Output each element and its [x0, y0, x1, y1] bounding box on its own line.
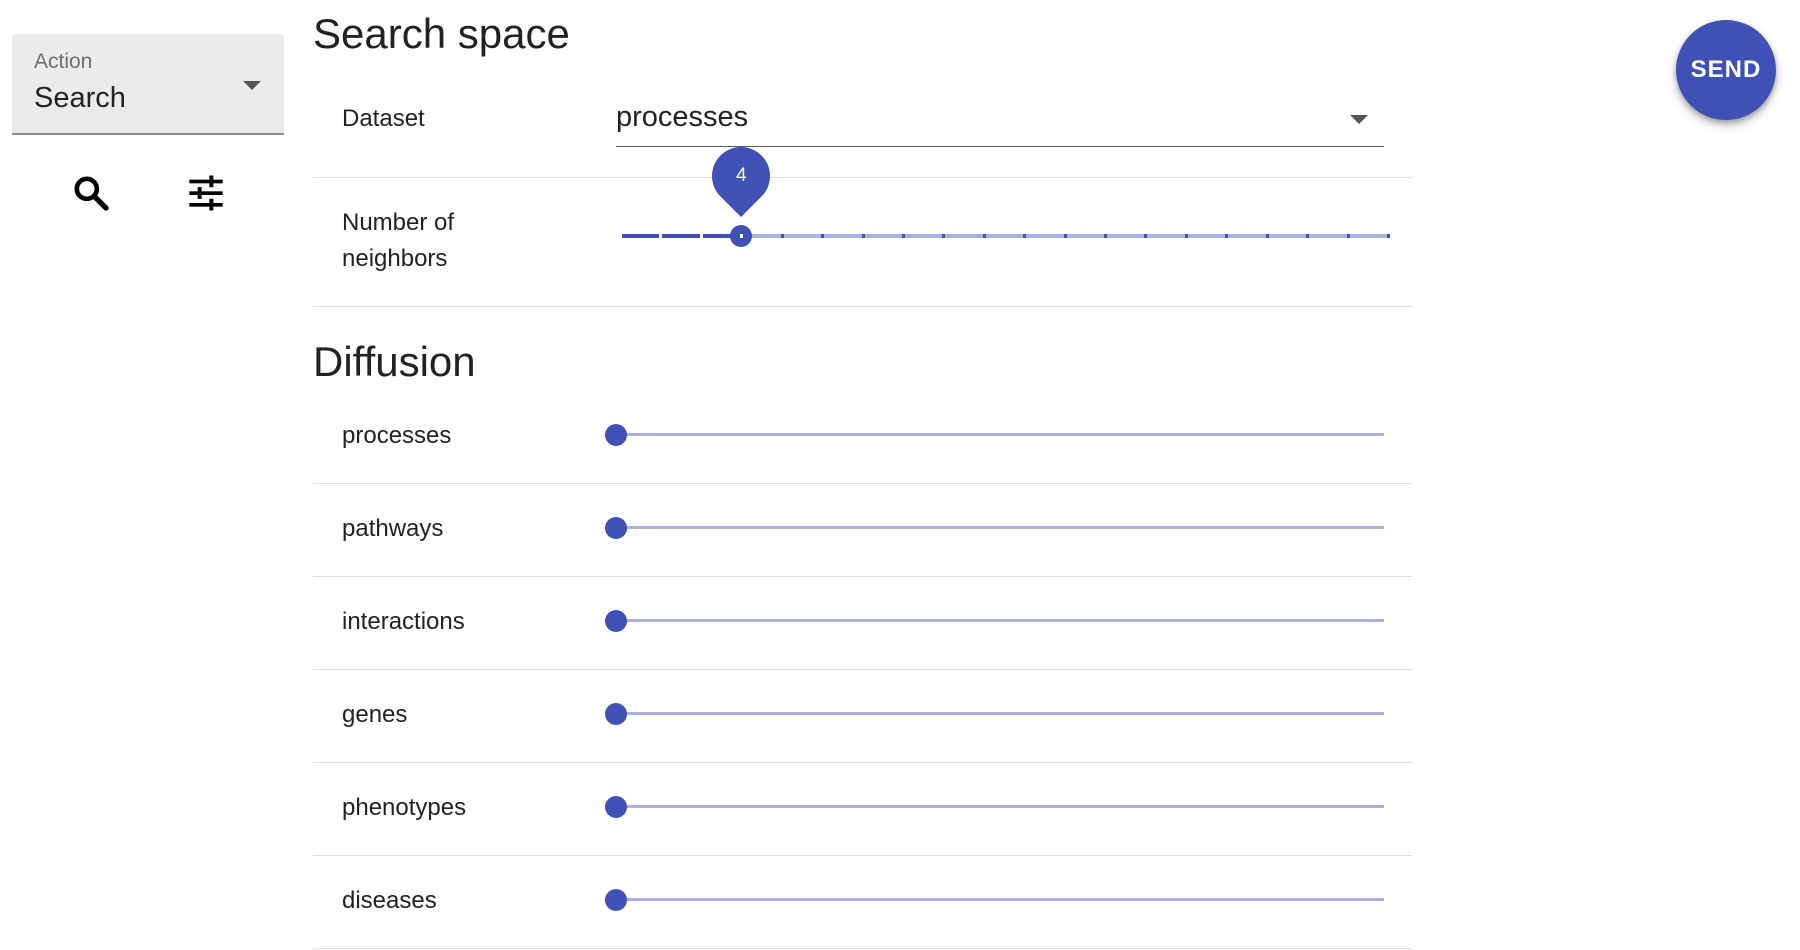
- search-space-title: Search space: [313, 10, 570, 57]
- diffusion-slider-processes[interactable]: [605, 420, 1384, 450]
- diffusion-slider-thumb[interactable]: [605, 424, 627, 446]
- diffusion-slider-thumb[interactable]: [605, 703, 627, 725]
- neighbors-label-line1: Number of: [342, 209, 455, 236]
- action-select[interactable]: Action Search: [12, 34, 284, 135]
- diffusion-label-processes: processes: [342, 422, 452, 449]
- diffusion-slider-thumb[interactable]: [605, 889, 627, 911]
- diffusion-slider-phenotypes[interactable]: [605, 792, 1384, 822]
- divider: [313, 306, 1413, 307]
- diffusion-slider-diseases[interactable]: [605, 885, 1384, 915]
- divider: [313, 576, 1413, 577]
- dataset-select-value: processes: [616, 101, 749, 133]
- divider: [313, 948, 1413, 949]
- diffusion-slider-rail: [616, 433, 1384, 436]
- diffusion-label-pathways: pathways: [342, 515, 444, 542]
- neighbors-slider-tick: [821, 234, 825, 238]
- neighbors-slider-tick: [1184, 234, 1188, 238]
- diffusion-slider-thumb[interactable]: [605, 610, 627, 632]
- send-button[interactable]: SEND: [1676, 20, 1776, 120]
- search-tab-button[interactable]: [63, 165, 119, 221]
- neighbors-label: Number of neighbors: [342, 205, 454, 277]
- diffusion-label-diseases: diseases: [342, 887, 437, 914]
- diffusion-slider-pathways[interactable]: [605, 513, 1384, 543]
- neighbors-slider-tick: [1387, 234, 1390, 238]
- neighbors-slider[interactable]: 4: [619, 134, 1390, 256]
- neighbors-slider-track: [620, 234, 742, 238]
- search-icon: [74, 176, 109, 211]
- action-select-label: Action: [34, 50, 93, 73]
- neighbors-slider-tick: [982, 234, 986, 238]
- divider: [313, 177, 1413, 178]
- diffusion-slider-thumb[interactable]: [605, 517, 627, 539]
- neighbors-slider-tick: [659, 234, 663, 238]
- diffusion-slider-rail: [616, 898, 1384, 901]
- neighbors-slider-tick: [1346, 234, 1350, 238]
- diffusion-slider-thumb[interactable]: [605, 796, 627, 818]
- diffusion-label-interactions: interactions: [342, 608, 465, 635]
- neighbors-slider-tick: [1225, 234, 1229, 238]
- divider: [313, 855, 1413, 856]
- neighbors-slider-tick: [1306, 234, 1310, 238]
- neighbors-slider-tick: [619, 234, 622, 238]
- diffusion-slider-rail: [616, 619, 1384, 622]
- dataset-select[interactable]: processes: [616, 97, 1384, 147]
- tune-icon: [189, 175, 223, 211]
- neighbors-slider-tick: [1023, 234, 1027, 238]
- neighbors-slider-tick: [901, 234, 905, 238]
- neighbors-slider-tick: [861, 234, 865, 238]
- neighbors-slider-tick: [780, 234, 784, 238]
- diffusion-slider-interactions[interactable]: [605, 606, 1384, 636]
- diffusion-slider-genes[interactable]: [605, 699, 1384, 729]
- neighbors-slider-tick: [1144, 234, 1148, 238]
- divider: [313, 762, 1413, 763]
- diffusion-label-phenotypes: phenotypes: [342, 794, 467, 821]
- dataset-label: Dataset: [342, 105, 425, 132]
- divider: [313, 483, 1413, 484]
- neighbors-slider-tick: [1265, 234, 1269, 238]
- action-select-value: Search: [34, 82, 126, 114]
- neighbors-slider-tick: [699, 234, 703, 238]
- neighbors-value-label: 4: [735, 165, 747, 186]
- diffusion-label-genes: genes: [342, 701, 408, 728]
- chevron-down-icon: [243, 81, 261, 90]
- divider: [313, 669, 1413, 670]
- neighbors-slider-tick: [1063, 234, 1067, 238]
- neighbors-slider-tick: [1104, 234, 1108, 238]
- neighbors-slider-tick: [740, 234, 744, 238]
- chevron-down-icon: [1350, 115, 1368, 124]
- diffusion-slider-rail: [616, 805, 1384, 808]
- neighbors-slider-tick: [942, 234, 946, 238]
- tune-tab-button[interactable]: [178, 165, 234, 221]
- diffusion-title: Diffusion: [313, 338, 476, 385]
- neighbors-label-line2: neighbors: [342, 245, 448, 272]
- diffusion-slider-rail: [616, 526, 1384, 529]
- diffusion-slider-rail: [616, 712, 1384, 715]
